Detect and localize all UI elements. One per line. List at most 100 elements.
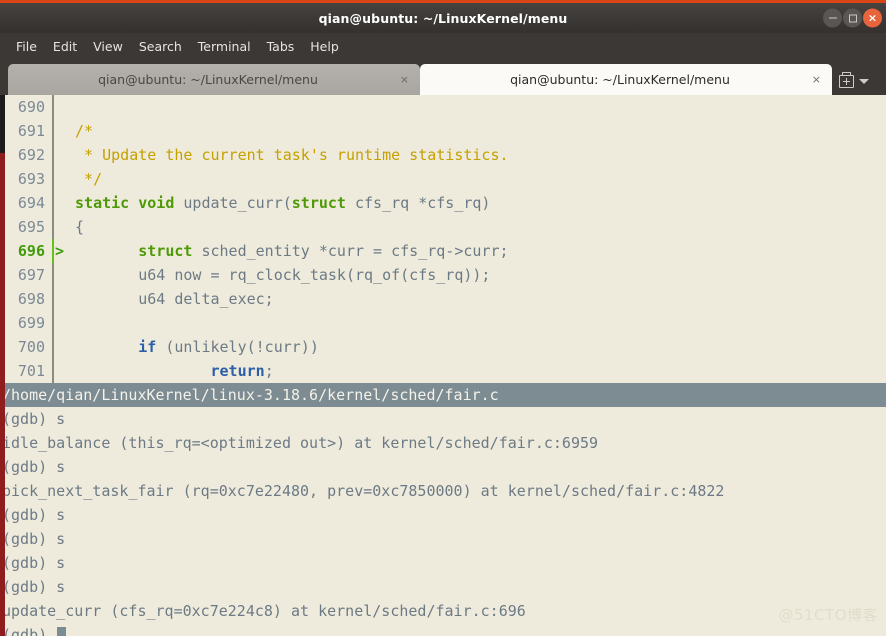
menu-item-edit[interactable]: Edit [45, 36, 85, 58]
title-bar: qian@ubuntu: ~/LinuxKernel/menu × [0, 0, 886, 33]
source-line: 693 */ [0, 167, 886, 191]
line-number: 696 [17, 242, 45, 260]
source-line-text: struct sched_entity *curr = cfs_rq->curr… [66, 239, 509, 263]
gutter-divider [52, 335, 54, 359]
scrollbar-left[interactable] [0, 95, 5, 636]
code-token: cfs_rq *cfs_rq) [345, 194, 491, 212]
tab-bar: qian@ubuntu: ~/LinuxKernel/menu × qian@u… [0, 60, 886, 95]
chevron-down-icon[interactable] [859, 78, 869, 84]
gutter-divider [52, 191, 54, 215]
console-line: (gdb) s [2, 554, 66, 572]
source-line-text: * Update the current task's runtime stat… [66, 143, 509, 167]
code-token: { [66, 218, 85, 236]
code-token: struct [138, 242, 193, 260]
code-token: u64 delta_exec; [66, 290, 274, 308]
line-number: 698 [17, 290, 45, 308]
gutter-divider [52, 311, 54, 335]
file-path-status-line: /home/qian/LinuxKernel/linux-3.18.6/kern… [0, 383, 886, 407]
minimize-icon [828, 17, 837, 19]
window-title: qian@ubuntu: ~/LinuxKernel/menu [318, 10, 568, 26]
gdb-prompt-line[interactable]: (gdb) [0, 623, 886, 636]
source-line-text: if (unlikely(!curr)) [66, 335, 319, 359]
gutter-divider [52, 95, 54, 119]
source-line-text: u64 now = rq_clock_task(rq_of(cfs_rq)); [66, 263, 490, 287]
menu-item-tabs[interactable]: Tabs [259, 36, 303, 58]
tab-terminal-2[interactable]: qian@ubuntu: ~/LinuxKernel/menu × [420, 64, 832, 95]
close-icon: × [867, 11, 878, 24]
source-line-text: { [66, 215, 84, 239]
gutter-divider [52, 287, 54, 311]
line-number: 694 [17, 194, 45, 212]
gdb-console[interactable]: (gdb) s idle_balance (this_rq=<optimized … [0, 407, 886, 623]
tab-close-icon[interactable]: × [812, 74, 821, 85]
code-token: if [138, 338, 157, 356]
code-token: */ [66, 170, 103, 188]
gutter-divider [52, 119, 54, 143]
source-line: 699 [0, 311, 886, 335]
code-token: void [138, 194, 175, 212]
scrollbar-thumb[interactable] [0, 95, 5, 153]
source-line: 695 { [0, 215, 886, 239]
line-number: 700 [17, 338, 45, 356]
tab-bar-actions [838, 72, 869, 95]
code-token: static [75, 194, 130, 212]
code-token: return [210, 362, 265, 380]
gutter-divider [52, 263, 54, 287]
code-token: sched_entity *curr = cfs_rq->curr; [192, 242, 509, 260]
minimize-button[interactable] [823, 8, 842, 28]
new-tab-icon[interactable] [838, 72, 855, 90]
gutter-divider [52, 359, 54, 383]
line-number: 693 [17, 170, 45, 188]
source-line: 692 * Update the current task's runtime … [0, 143, 886, 167]
code-token: * Update the current task's runtime stat… [66, 146, 509, 164]
console-line: idle_balance (this_rq=<optimized out>) a… [2, 434, 599, 452]
tab-label: qian@ubuntu: ~/LinuxKernel/menu [98, 72, 318, 87]
source-code-pane: 690 691 /* 692 * Update the current task's… [0, 95, 886, 383]
gdb-prompt: (gdb) [2, 626, 57, 636]
gutter-divider [52, 143, 54, 167]
source-line-text: */ [66, 167, 102, 191]
code-token: u64 now = rq_clock_task(rq_of(cfs_rq)); [66, 266, 491, 284]
source-line: 700 if (unlikely(!curr)) [0, 335, 886, 359]
maximize-button[interactable] [843, 8, 862, 28]
line-number: 699 [17, 314, 45, 332]
tab-terminal-1[interactable]: qian@ubuntu: ~/LinuxKernel/menu × [8, 64, 420, 95]
code-token: struct [291, 194, 346, 212]
source-line-text: static void update_curr(struct cfs_rq *c… [66, 191, 490, 215]
close-button[interactable]: × [863, 8, 882, 28]
console-line: (gdb) s [2, 410, 66, 428]
menu-item-file[interactable]: File [8, 36, 45, 58]
source-line: 701 return; [0, 359, 886, 383]
menu-item-view[interactable]: View [85, 36, 131, 58]
menu-item-help[interactable]: Help [302, 36, 347, 58]
menu-item-search[interactable]: Search [131, 36, 190, 58]
line-number: 692 [17, 146, 45, 164]
menu-item-terminal[interactable]: Terminal [190, 36, 259, 58]
code-token: (unlikely(!curr)) [156, 338, 319, 356]
source-line-text: return; [66, 359, 274, 383]
window-controls: × [823, 8, 882, 28]
console-line: update_curr (cfs_rq=0xc7e224c8) at kerne… [2, 602, 526, 620]
scrollbar-track [0, 95, 5, 636]
code-token: ; [264, 362, 274, 380]
console-line: (gdb) s [2, 506, 66, 524]
code-token: update_curr( [174, 194, 292, 212]
source-line: 694 static void update_curr(struct cfs_r… [0, 191, 886, 215]
line-number: 695 [17, 218, 45, 236]
tab-label: qian@ubuntu: ~/LinuxKernel/menu [510, 72, 730, 87]
source-line-text: u64 delta_exec; [66, 287, 274, 311]
line-number: 691 [17, 122, 45, 140]
source-line: 697 u64 now = rq_clock_task(rq_of(cfs_rq… [0, 263, 886, 287]
tab-close-icon[interactable]: × [400, 74, 409, 85]
text-cursor [57, 626, 67, 636]
code-token: /* [66, 122, 94, 140]
terminal-body[interactable]: 690 691 /* 692 * Update the current task's… [0, 95, 886, 636]
menu-bar: File Edit View Search Terminal Tabs Help [0, 33, 886, 60]
gutter-divider [52, 167, 54, 191]
file-path-text: /home/qian/LinuxKernel/linux-3.18.6/kern… [2, 386, 499, 404]
source-line-text: /* [66, 119, 93, 143]
